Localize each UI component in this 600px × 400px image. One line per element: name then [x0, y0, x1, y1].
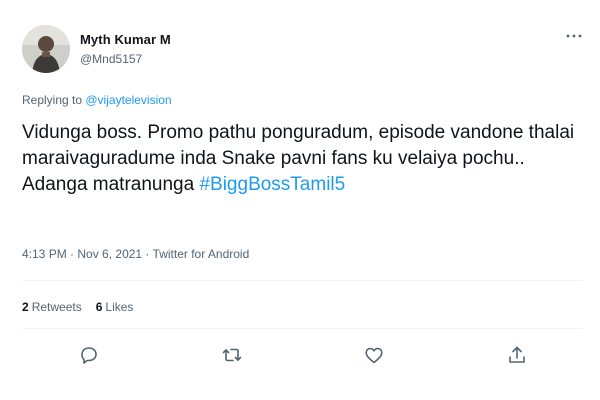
retweets-stat[interactable]: 2 Retweets: [22, 300, 82, 314]
tweet-time[interactable]: 4:13 PM: [22, 247, 67, 261]
retweet-icon: [222, 348, 242, 362]
action-bar: [0, 343, 600, 369]
avatar[interactable]: [22, 25, 70, 73]
replying-to-prefix: Replying to: [22, 93, 86, 107]
hashtag-link[interactable]: #BiggBossTamil5: [199, 174, 345, 195]
reply-button[interactable]: [77, 343, 101, 367]
tweet-date[interactable]: Nov 6, 2021: [77, 247, 142, 261]
divider: [22, 328, 582, 329]
meta-separator: ·: [142, 247, 153, 261]
author-display-name[interactable]: Myth Kumar M: [80, 32, 171, 47]
share-icon: [509, 346, 525, 363]
avatar-image: [22, 25, 70, 73]
tweet-meta: 4:13 PM · Nov 6, 2021 · Twitter for Andr…: [22, 247, 249, 261]
retweets-label: Retweets: [31, 300, 82, 314]
meta-separator: ·: [66, 247, 78, 261]
likes-label: Likes: [105, 300, 134, 314]
engagement-stats: 2 Retweets 6 Likes: [22, 300, 147, 314]
heart-icon: [365, 347, 383, 364]
like-button[interactable]: [362, 343, 386, 367]
likes-count: 6: [95, 300, 103, 314]
more-horizontal-icon: [566, 34, 582, 38]
more-options-button[interactable]: [562, 28, 586, 44]
tweet-source[interactable]: Twitter for Android: [153, 247, 250, 261]
likes-stat[interactable]: 6 Likes: [96, 300, 134, 314]
reply-mention-link[interactable]: @vijaytelevision: [85, 93, 171, 107]
retweets-count: 2: [22, 300, 29, 314]
reply-icon: [81, 347, 97, 364]
divider: [22, 280, 582, 281]
replying-to: Replying to @vijaytelevision: [22, 93, 172, 107]
share-button[interactable]: [505, 343, 529, 367]
author-handle[interactable]: @Mnd5157: [80, 52, 142, 66]
retweet-button[interactable]: [220, 343, 244, 367]
tweet-text: Vidunga boss. Promo pathu ponguradum, ep…: [22, 120, 582, 198]
